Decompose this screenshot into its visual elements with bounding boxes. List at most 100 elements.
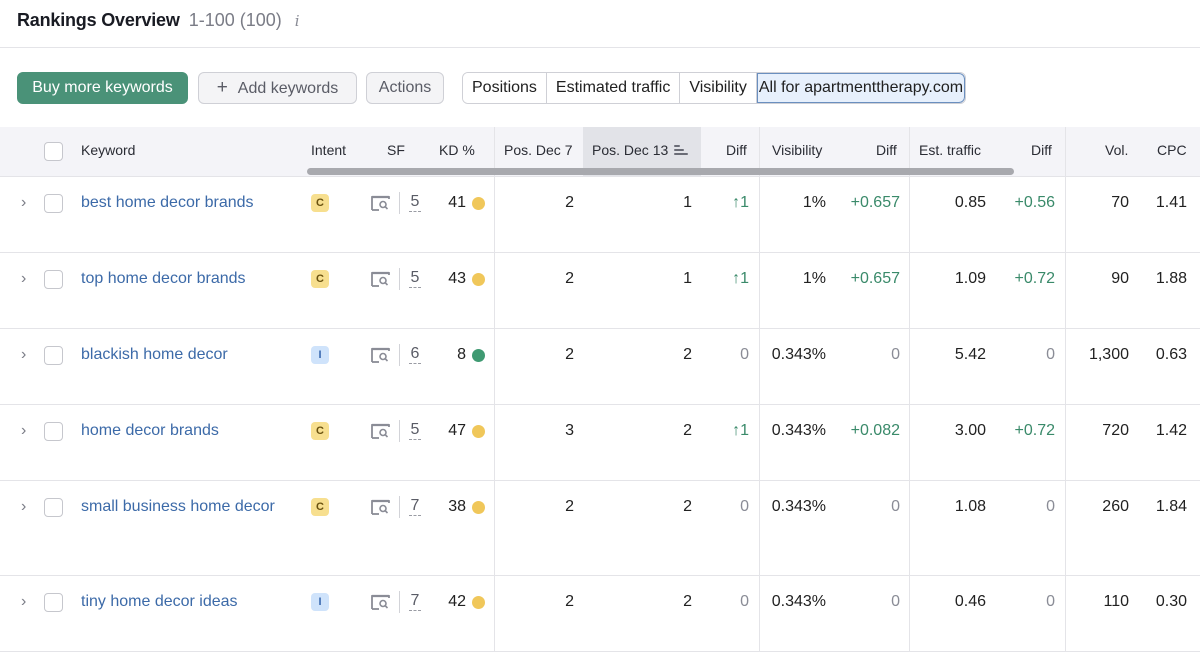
- search-volume: 90: [1111, 270, 1129, 287]
- serp-features-icon[interactable]: [371, 195, 390, 211]
- column-divider: [909, 481, 910, 576]
- keyword-link[interactable]: best home decor brands: [81, 193, 281, 213]
- column-header-traffic-diff[interactable]: Diff: [1031, 127, 1052, 176]
- position-current: 2: [683, 346, 692, 363]
- row-checkbox[interactable]: [44, 346, 63, 365]
- est-traffic-diff: 0: [1046, 346, 1055, 363]
- actions-button[interactable]: Actions: [366, 72, 444, 104]
- serp-features-count[interactable]: 5: [409, 269, 421, 288]
- position-current: 2: [683, 593, 692, 610]
- kd-difficulty-dot-icon: [472, 596, 485, 609]
- visibility-diff: +0.657: [850, 270, 900, 287]
- intent-badge: I: [311, 346, 329, 364]
- kd-value: 42: [448, 593, 466, 610]
- plus-icon: +: [216, 77, 228, 98]
- cpc-value: 1.41: [1155, 194, 1187, 211]
- visibility-value: 0.343%: [771, 422, 826, 439]
- kd-value: 43: [448, 270, 466, 287]
- column-divider: [1065, 253, 1066, 329]
- segment-estimated-traffic[interactable]: Estimated traffic: [546, 73, 681, 103]
- keyword-link[interactable]: small business home decor: [81, 497, 281, 517]
- visibility-value: 0.343%: [771, 346, 826, 363]
- column-divider: [494, 405, 495, 481]
- serp-features-icon[interactable]: [371, 271, 390, 287]
- position-previous: 2: [565, 593, 574, 610]
- kd-value: 8: [457, 346, 466, 363]
- serp-features-count[interactable]: 5: [409, 421, 421, 440]
- page-title: Rankings Overview 1-100 (100) i: [17, 9, 300, 32]
- expand-row-chevron-icon[interactable]: ›: [21, 269, 33, 289]
- cpc-value: 0.63: [1155, 346, 1187, 363]
- position-previous: 3: [565, 422, 574, 439]
- cpc-value: 0.30: [1155, 593, 1187, 610]
- est-traffic-diff: +0.72: [1014, 422, 1055, 439]
- keyword-link[interactable]: tiny home decor ideas: [81, 592, 281, 612]
- kd-difficulty-dot-icon: [472, 197, 485, 210]
- column-divider: [759, 576, 760, 652]
- add-keywords-button[interactable]: + Add keywords: [198, 72, 357, 104]
- position-previous: 2: [565, 270, 574, 287]
- row-checkbox[interactable]: [44, 270, 63, 289]
- info-icon[interactable]: i: [295, 12, 300, 30]
- est-traffic-value: 1.09: [954, 270, 986, 287]
- column-header-volume[interactable]: Vol.: [1105, 127, 1128, 176]
- intent-badge: C: [311, 498, 329, 516]
- column-divider: [759, 481, 760, 576]
- keyword-link[interactable]: top home decor brands: [81, 269, 281, 289]
- serp-features-icon[interactable]: [371, 423, 390, 439]
- kd-value: 38: [448, 498, 466, 515]
- visibility-diff: +0.082: [850, 422, 900, 439]
- serp-features-count[interactable]: 7: [409, 497, 421, 516]
- row-checkbox[interactable]: [44, 498, 63, 517]
- serp-features-count[interactable]: 7: [409, 592, 421, 611]
- cpc-value: 1.88: [1155, 270, 1187, 287]
- serp-features-icon[interactable]: [371, 594, 390, 610]
- sf-divider: [399, 496, 400, 518]
- expand-row-chevron-icon[interactable]: ›: [21, 497, 33, 517]
- intent-badge: C: [311, 194, 329, 212]
- serp-features-icon[interactable]: [371, 499, 390, 515]
- select-all-checkbox[interactable]: [44, 142, 63, 161]
- visibility-diff: +0.657: [850, 194, 900, 211]
- segment-positions[interactable]: Positions: [463, 73, 547, 103]
- column-divider: [909, 329, 910, 405]
- column-divider: [1065, 405, 1066, 481]
- position-diff: ↑1: [732, 194, 749, 211]
- row-checkbox[interactable]: [44, 194, 63, 213]
- serp-features-icon[interactable]: [371, 347, 390, 363]
- serp-features-count[interactable]: 5: [409, 193, 421, 212]
- keyword-link[interactable]: blackish home decor: [81, 345, 281, 365]
- expand-row-chevron-icon[interactable]: ›: [21, 421, 33, 441]
- expand-row-chevron-icon[interactable]: ›: [21, 592, 33, 612]
- column-header-keyword[interactable]: Keyword: [81, 127, 135, 176]
- column-divider: [1065, 481, 1066, 576]
- keyword-link[interactable]: home decor brands: [81, 421, 281, 441]
- serp-features-count[interactable]: 6: [409, 345, 421, 364]
- sf-divider: [399, 268, 400, 290]
- est-traffic-diff: 0: [1046, 593, 1055, 610]
- column-header-cpc[interactable]: CPC: [1157, 127, 1187, 176]
- add-keywords-label: Add keywords: [237, 80, 339, 97]
- position-diff: 0: [740, 346, 749, 363]
- table-row: › best home decor brands C 5 41 2 1 ↑1 1% +0.657 0…: [0, 177, 1200, 253]
- search-volume: 260: [1102, 498, 1129, 515]
- position-current: 1: [683, 194, 692, 211]
- segment-all-for-domain[interactable]: All for apartmenttherapy.com: [756, 73, 966, 103]
- column-divider: [494, 576, 495, 652]
- segment-visibility[interactable]: Visibility: [680, 73, 757, 103]
- expand-row-chevron-icon[interactable]: ›: [21, 193, 33, 213]
- position-previous: 2: [565, 346, 574, 363]
- buy-more-keywords-button[interactable]: Buy more keywords: [17, 72, 188, 104]
- column-divider: [759, 329, 760, 405]
- intent-badge: C: [311, 270, 329, 288]
- row-checkbox[interactable]: [44, 422, 63, 441]
- table-row: › blackish home decor I 6 8 2 2 0 0.343% 0 5.42 0 1,…: [0, 329, 1200, 405]
- row-checkbox[interactable]: [44, 593, 63, 612]
- visibility-value: 0.343%: [771, 593, 826, 610]
- table-header: Keyword Intent SF KD % Pos. Dec 7 Pos. D…: [0, 127, 1200, 177]
- horizontal-scrollbar[interactable]: [307, 168, 1014, 175]
- search-volume: 1,300: [1088, 346, 1129, 363]
- intent-badge: I: [311, 593, 329, 611]
- rankings-table: Keyword Intent SF KD % Pos. Dec 7 Pos. D…: [0, 127, 1200, 652]
- expand-row-chevron-icon[interactable]: ›: [21, 345, 33, 365]
